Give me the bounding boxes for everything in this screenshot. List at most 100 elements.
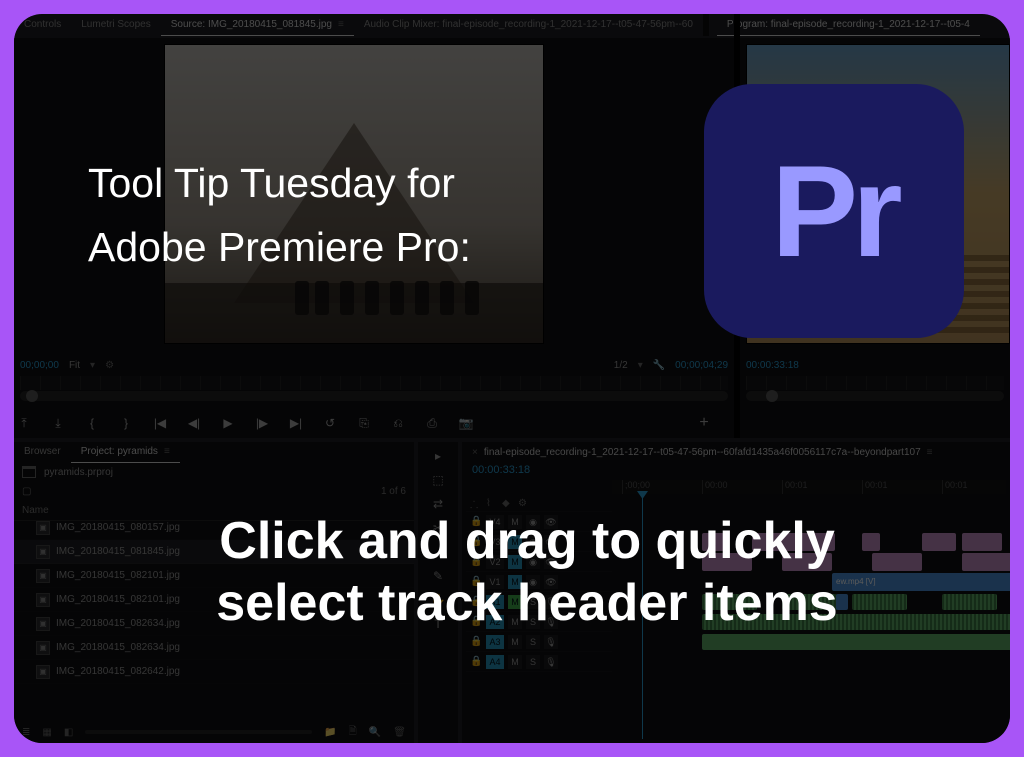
source-fit-select[interactable]: Fit bbox=[69, 360, 80, 371]
razor-tool[interactable]: ✂ bbox=[428, 518, 448, 538]
lock-icon[interactable]: 🔒 bbox=[470, 656, 482, 667]
video-track-header[interactable]: 🔒 V1 M ◉ 👁 bbox=[466, 572, 612, 592]
snapshot-button[interactable]: 📷 bbox=[456, 416, 476, 430]
voice-over-toggle[interactable]: 🎙 bbox=[544, 615, 558, 629]
mute-toggle[interactable]: M bbox=[508, 575, 522, 589]
overwrite-button[interactable]: ⎌ bbox=[388, 416, 408, 431]
tab-effect-controls[interactable]: Controls bbox=[14, 14, 71, 36]
find-icon[interactable]: 🔍 bbox=[369, 727, 381, 738]
file-row[interactable]: ▣IMG_20180415_082101.jpg bbox=[14, 588, 414, 612]
audio-track-target[interactable]: A4 bbox=[486, 655, 504, 669]
sync-lock-toggle[interactable]: ◉ bbox=[526, 535, 540, 549]
audio-lane[interactable] bbox=[612, 632, 1006, 652]
source-scrub[interactable] bbox=[20, 391, 728, 401]
insert-button[interactable]: ⎘ bbox=[354, 416, 374, 431]
audio-clip[interactable] bbox=[702, 614, 1010, 630]
slip-tool[interactable]: ↔ bbox=[428, 542, 448, 562]
pen-tool[interactable]: ✎ bbox=[428, 566, 448, 586]
mute-toggle[interactable]: M bbox=[508, 615, 522, 629]
eye-toggle[interactable]: 👁 bbox=[544, 555, 558, 569]
close-icon[interactable]: × bbox=[472, 447, 478, 458]
selection-tool[interactable]: ▸ bbox=[428, 446, 448, 466]
eye-toggle[interactable]: 👁 bbox=[544, 535, 558, 549]
video-clip[interactable]: ew.mp4 [V] bbox=[832, 573, 1010, 591]
snap-icon[interactable]: ⸫ bbox=[470, 497, 482, 511]
sync-lock-toggle[interactable]: ◉ bbox=[526, 575, 540, 589]
audio-track-header[interactable]: 🔒 A2 MS 🎙 bbox=[466, 612, 612, 632]
eye-toggle[interactable]: 👁 bbox=[544, 575, 558, 589]
solo-toggle[interactable]: S bbox=[526, 655, 540, 669]
solo-toggle[interactable]: S bbox=[526, 615, 540, 629]
audio-lane[interactable] bbox=[612, 612, 1006, 632]
freeform-view-icon[interactable]: ◧ bbox=[64, 727, 73, 738]
mute-toggle[interactable]: M bbox=[508, 595, 522, 609]
lock-icon[interactable]: 🔒 bbox=[470, 596, 482, 607]
tab-lumetri-scopes[interactable]: Lumetri Scopes bbox=[71, 14, 160, 36]
lock-icon[interactable]: 🔒 bbox=[470, 616, 482, 627]
prev-frame-button[interactable]: ◀| bbox=[184, 416, 204, 430]
col-name[interactable]: Name bbox=[22, 505, 49, 516]
panel-gap[interactable] bbox=[734, 14, 740, 438]
go-in-button[interactable]: { bbox=[82, 416, 102, 430]
play-button[interactable]: ▶ bbox=[218, 416, 238, 430]
tab-project-active[interactable]: Project: pyramids≡ bbox=[71, 441, 180, 463]
program-scrub[interactable] bbox=[746, 391, 1004, 401]
timeline-ruler[interactable]: ;00;0000:0000:0100:0100:0100:0 bbox=[612, 480, 1006, 494]
export-frame-button[interactable]: ⎙ bbox=[422, 416, 442, 431]
new-bin-icon[interactable]: 📁 bbox=[324, 727, 336, 738]
audio-track-header[interactable]: 🔒 A4 MS 🎙 bbox=[466, 652, 612, 672]
step-back-button[interactable]: |◀ bbox=[150, 416, 170, 430]
track-target[interactable]: V3 bbox=[486, 535, 504, 549]
audio-lane[interactable] bbox=[612, 592, 1006, 612]
scrub-knob[interactable] bbox=[766, 390, 778, 402]
solo-toggle[interactable]: S bbox=[526, 595, 540, 609]
sync-lock-toggle[interactable]: ◉ bbox=[526, 515, 540, 529]
go-out-button[interactable]: } bbox=[116, 416, 136, 430]
settings-icon[interactable]: ⚙ bbox=[518, 498, 530, 509]
loop-button[interactable]: ↺ bbox=[320, 416, 340, 430]
step-fwd-button[interactable]: ▶| bbox=[286, 416, 306, 430]
tab-menu-icon[interactable]: ≡ bbox=[164, 446, 170, 457]
track-target[interactable]: V1 bbox=[486, 575, 504, 589]
file-row[interactable]: ▣IMG_20180415_081845.jpg bbox=[14, 540, 414, 564]
track-lanes[interactable]: ew.mp4 [V] bbox=[612, 496, 1006, 739]
lock-icon[interactable]: 🔒 bbox=[470, 576, 482, 587]
audio-clip[interactable] bbox=[702, 634, 1010, 650]
trash-icon[interactable]: 🗑 bbox=[393, 727, 406, 738]
mute-toggle[interactable]: M bbox=[508, 635, 522, 649]
audio-track-header[interactable]: 🔒A3MS🎙 bbox=[466, 632, 612, 652]
voice-over-toggle[interactable]: 🎙 bbox=[544, 655, 558, 669]
file-row[interactable]: ▣IMG_20180415_082642.jpg bbox=[14, 660, 414, 684]
lock-icon[interactable]: 🔒 bbox=[470, 516, 482, 527]
list-view-icon[interactable]: ≣ bbox=[22, 727, 30, 738]
tab-source-active[interactable]: Source: IMG_20180415_081845.jpg≡ bbox=[161, 14, 354, 36]
track-target[interactable]: V2 bbox=[486, 555, 504, 569]
source-viewer[interactable] bbox=[164, 44, 544, 344]
video-track-header[interactable]: 🔒V4M◉👁 bbox=[466, 512, 612, 532]
timeline-timecode[interactable]: 00:00:33:18 bbox=[472, 464, 530, 476]
marker-icon[interactable]: ◆ bbox=[502, 498, 514, 509]
mute-toggle[interactable]: M bbox=[508, 655, 522, 669]
scrub-knob[interactable] bbox=[26, 390, 38, 402]
video-track-header[interactable]: 🔒V3M◉👁 bbox=[466, 532, 612, 552]
lock-icon[interactable]: 🔒 bbox=[470, 536, 482, 547]
link-icon[interactable]: ⌇ bbox=[486, 498, 498, 509]
audio-track-target[interactable]: A2 bbox=[486, 615, 504, 629]
settings-icon[interactable]: ⚙ bbox=[105, 360, 114, 371]
ripple-tool[interactable]: ⇄ bbox=[428, 494, 448, 514]
source-ruler[interactable] bbox=[20, 376, 728, 390]
file-row[interactable]: ▣IMG_20180415_082101.jpg bbox=[14, 564, 414, 588]
tab-program[interactable]: Program: final-episode_recording-1_2021-… bbox=[717, 14, 980, 36]
zoom-slider[interactable] bbox=[85, 730, 312, 734]
program-ruler[interactable] bbox=[746, 376, 1004, 390]
program-viewer[interactable] bbox=[746, 44, 1010, 344]
new-item-icon[interactable]: 🗎 bbox=[349, 724, 357, 741]
button-editor-icon[interactable]: + bbox=[694, 414, 714, 432]
eye-toggle[interactable]: 👁 bbox=[544, 515, 558, 529]
hand-tool[interactable]: ✋ bbox=[428, 590, 448, 610]
track-target[interactable]: V4 bbox=[486, 515, 504, 529]
audio-track-target[interactable]: A1 bbox=[486, 595, 504, 609]
voice-over-toggle[interactable]: 🎙 bbox=[544, 635, 558, 649]
mark-out-button[interactable]: ⤓ bbox=[48, 416, 68, 431]
tab-media-browser[interactable]: Browser bbox=[14, 441, 71, 463]
